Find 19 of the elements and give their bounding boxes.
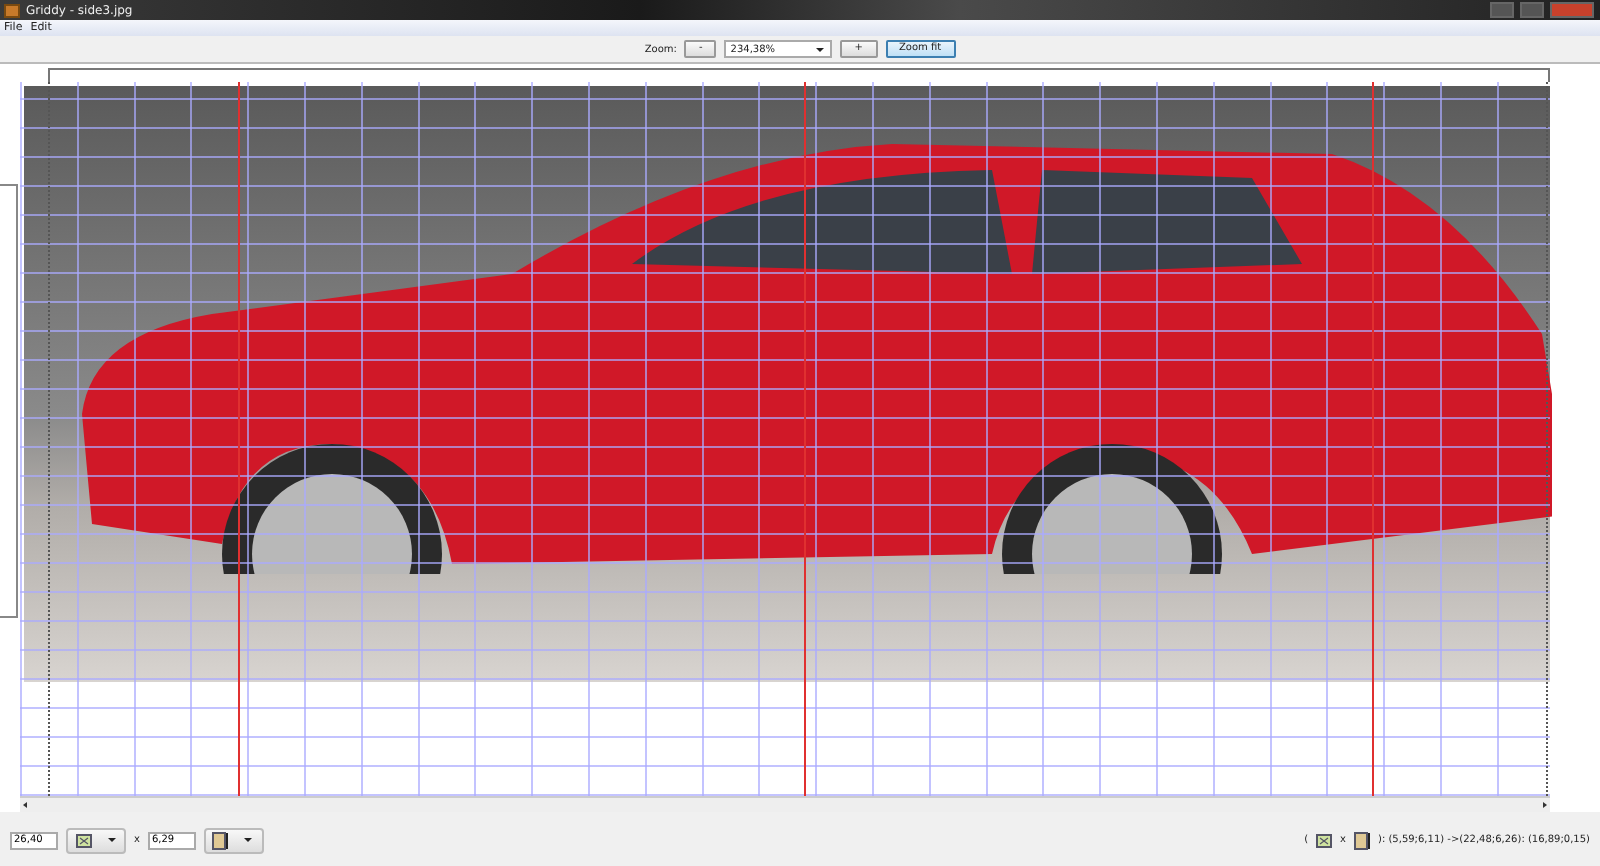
app-icon	[4, 3, 20, 17]
portrait-page-icon	[1354, 831, 1370, 849]
scroll-left-icon[interactable]	[20, 800, 30, 810]
guide-line[interactable]	[1372, 82, 1374, 796]
close-button[interactable]	[1550, 2, 1594, 18]
caret-icon	[242, 836, 255, 844]
minimize-button[interactable]	[1490, 2, 1514, 18]
landscape-page-icon	[75, 831, 91, 849]
portrait-dropdown[interactable]	[203, 827, 264, 853]
guide-line[interactable]	[238, 82, 240, 796]
landscape-dropdown[interactable]	[66, 827, 126, 853]
landscape-page-icon	[1316, 831, 1333, 849]
portrait-page-icon	[212, 831, 229, 849]
maximize-button[interactable]	[1520, 2, 1544, 18]
scroll-right-icon[interactable]	[1540, 800, 1550, 810]
guide-line[interactable]	[804, 82, 806, 796]
caret-icon	[105, 836, 117, 844]
horizontal-scrollbar[interactable]	[20, 796, 1550, 812]
caret-icon	[814, 45, 827, 53]
